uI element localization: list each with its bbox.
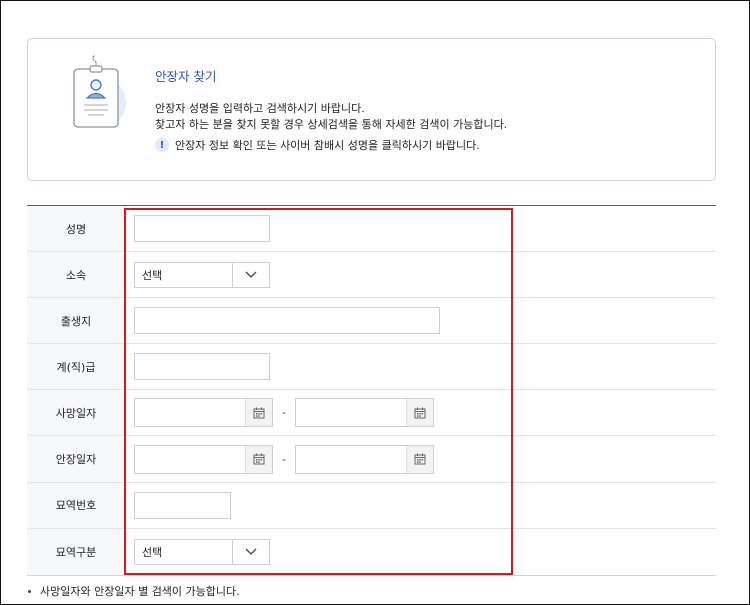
info-box: 안장자 찾기 안장자 성명을 입력하고 검색하시기 바랍니다. 찾고자 하는 분… (27, 38, 716, 181)
bullet-icon (28, 589, 31, 593)
date-range-separator: - (282, 452, 286, 466)
form-row-name: 성명 (27, 206, 716, 253)
burial-date-from-input[interactable] (134, 444, 273, 474)
form-row-affiliation: 소속 선택 (27, 252, 716, 299)
affiliation-select[interactable]: 선택 (134, 261, 270, 288)
burial-date-to-input[interactable] (295, 444, 434, 474)
calendar-icon[interactable] (406, 399, 433, 427)
form-row-grave-type: 묘역구분 선택 (27, 528, 716, 575)
grave-type-label: 묘역구분 (27, 528, 126, 575)
form-row-rank: 계(직)급 (27, 344, 716, 391)
name-label: 성명 (27, 206, 126, 252)
death-date-label: 사망일자 (27, 390, 126, 436)
footer-note-text: 사망일자와 안장일자 별 검색이 가능합니다. (40, 585, 240, 598)
death-date-to-value (296, 399, 406, 426)
search-form: 성명 소속 선택 출생지 계(직)급 사망일자 - 안장일자 - 묘역번호 묘역… (27, 205, 716, 576)
name-input[interactable] (134, 215, 270, 243)
chevron-down-icon[interactable] (232, 539, 269, 564)
rank-label: 계(직)급 (27, 344, 126, 390)
calendar-icon[interactable] (245, 399, 272, 427)
id-badge-icon (73, 55, 126, 128)
affiliation-selected-value: 선택 (142, 268, 163, 282)
info-desc-line-2: 찾고자 하는 분을 찾지 못할 경우 상세검색을 통해 자세한 검색이 가능합니… (155, 118, 508, 131)
page-title: 안장자 찾기 (155, 69, 217, 84)
death-date-to-input[interactable] (295, 398, 434, 428)
burial-date-label: 안장일자 (27, 436, 126, 482)
chevron-down-icon[interactable] (232, 262, 269, 287)
info-note: ! 안장자 정보 확인 또는 사이버 참배시 성명을 클릭하시기 바랍니다. (155, 137, 480, 153)
birthplace-label: 출생지 (27, 298, 126, 344)
info-note-text: 안장자 정보 확인 또는 사이버 참배시 성명을 클릭하시기 바랍니다. (175, 139, 480, 152)
rank-input[interactable] (134, 353, 270, 381)
form-row-death-date: 사망일자 - (27, 390, 716, 437)
birthplace-input[interactable] (134, 307, 440, 335)
death-date-from-value (135, 399, 245, 426)
death-date-from-input[interactable] (134, 398, 273, 428)
burial-date-to-value (296, 446, 406, 473)
exclamation-icon: ! (155, 138, 169, 152)
grave-type-selected-value: 선택 (142, 545, 163, 559)
info-desc-line-1: 안장자 성명을 입력하고 검색하시기 바랍니다. (155, 102, 365, 115)
burial-date-from-value (135, 446, 245, 473)
form-row-burial-date: 안장일자 - (27, 436, 716, 483)
grave-number-input[interactable] (134, 491, 231, 519)
calendar-icon[interactable] (245, 445, 272, 473)
affiliation-label: 소속 (27, 252, 126, 298)
footer-note: 사망일자와 안장일자 별 검색이 가능합니다. (28, 583, 240, 599)
grave-type-select[interactable]: 선택 (134, 538, 270, 565)
calendar-icon[interactable] (406, 445, 433, 473)
grave-number-label: 묘역번호 (27, 482, 126, 528)
form-row-birthplace: 출생지 (27, 298, 716, 345)
info-description: 안장자 성명을 입력하고 검색하시기 바랍니다. 찾고자 하는 분을 찾지 못할… (155, 101, 507, 133)
date-range-separator: - (282, 406, 286, 420)
form-row-grave-number: 묘역번호 (27, 482, 716, 529)
